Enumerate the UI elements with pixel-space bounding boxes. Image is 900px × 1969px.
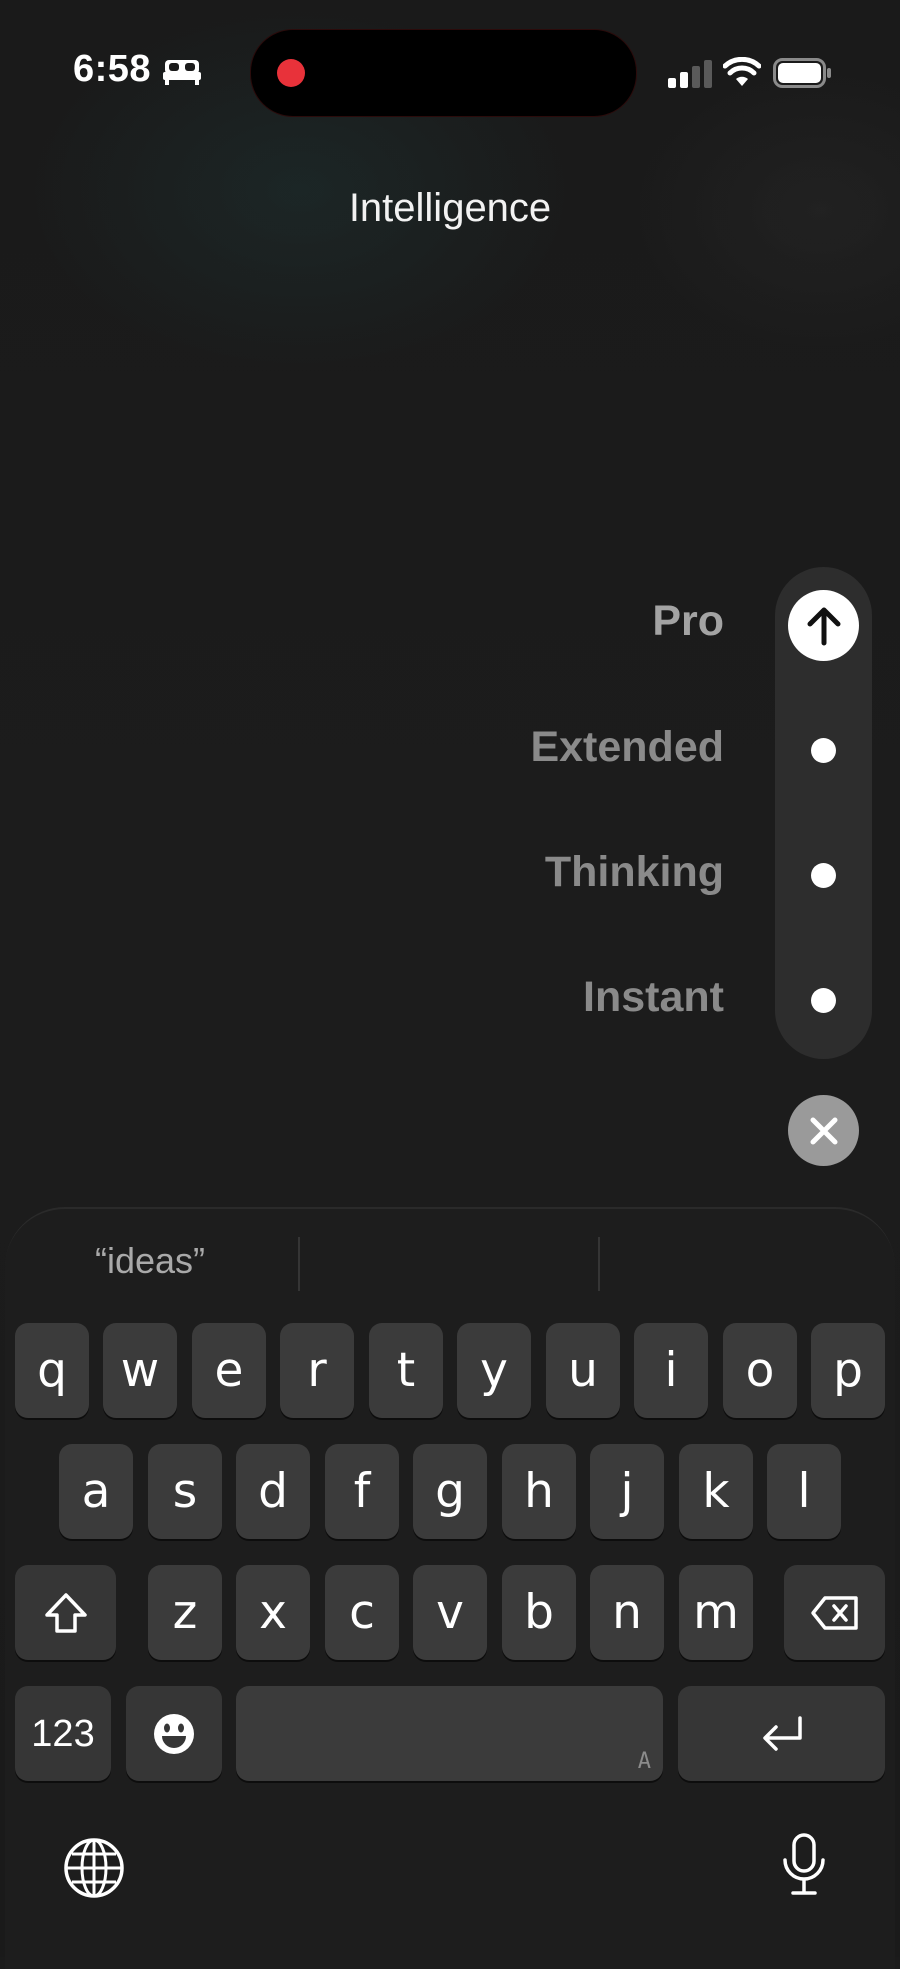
key-k[interactable]: k <box>679 1444 753 1539</box>
recording-indicator <box>277 59 305 87</box>
key-label: b <box>524 1585 554 1640</box>
suggestion-divider <box>598 1237 600 1291</box>
key-v[interactable]: v <box>413 1565 487 1660</box>
shift-icon <box>44 1592 87 1633</box>
key-s[interactable]: s <box>148 1444 222 1539</box>
key-p[interactable]: p <box>811 1323 885 1418</box>
key-label: l <box>797 1464 811 1519</box>
key-label: c <box>349 1585 375 1640</box>
key-label: u <box>568 1343 598 1398</box>
mode-dot-thinking[interactable] <box>811 863 836 888</box>
key-label: x <box>259 1585 287 1640</box>
mode-option-thinking[interactable]: Thinking <box>545 848 724 897</box>
dynamic-island <box>250 29 637 117</box>
space-marker: A <box>637 1749 651 1774</box>
return-key[interactable] <box>678 1686 885 1781</box>
key-q[interactable]: q <box>15 1323 89 1418</box>
key-label: g <box>435 1464 465 1519</box>
close-icon <box>810 1117 837 1144</box>
microphone-icon[interactable] <box>778 1832 830 1898</box>
key-u[interactable]: u <box>546 1323 620 1418</box>
key-label: k <box>702 1464 730 1519</box>
key-j[interactable]: j <box>590 1444 664 1539</box>
key-g[interactable]: g <box>413 1444 487 1539</box>
delete-key[interactable] <box>784 1565 885 1660</box>
key-label: q <box>37 1343 67 1398</box>
status-time: 6:58 <box>73 48 152 90</box>
key-t[interactable]: t <box>369 1323 443 1418</box>
numbers-key[interactable]: 123 <box>15 1686 111 1781</box>
key-b[interactable]: b <box>502 1565 576 1660</box>
key-label: r <box>307 1343 327 1398</box>
mode-dot-extended[interactable] <box>811 738 836 763</box>
delete-icon <box>810 1595 858 1630</box>
emoji-icon <box>154 1713 194 1754</box>
wifi-icon <box>723 57 761 86</box>
key-label: d <box>258 1464 288 1519</box>
shift-key[interactable] <box>15 1565 116 1660</box>
signal-icon <box>668 60 712 88</box>
key-label: t <box>396 1343 416 1398</box>
key-a[interactable]: a <box>59 1444 133 1539</box>
page-title: Intelligence <box>348 186 552 230</box>
key-m[interactable]: m <box>679 1565 753 1660</box>
mode-option-pro[interactable]: Pro <box>652 597 724 646</box>
key-i[interactable]: i <box>634 1323 708 1418</box>
bed-icon <box>163 60 201 85</box>
key-label: e <box>214 1343 244 1398</box>
key-label: a <box>81 1464 111 1519</box>
screen: 6:58 Intelligence Pro Extended Thinking … <box>0 0 900 1969</box>
mode-option-instant[interactable]: Instant <box>583 973 724 1022</box>
key-label: o <box>745 1343 775 1398</box>
key-label: y <box>480 1343 508 1398</box>
key-label: h <box>524 1464 554 1519</box>
key-e[interactable]: e <box>192 1323 266 1418</box>
key-label: p <box>833 1343 863 1398</box>
key-r[interactable]: r <box>280 1323 354 1418</box>
suggestion-divider <box>298 1237 300 1291</box>
battery-icon <box>773 58 831 88</box>
key-x[interactable]: x <box>236 1565 310 1660</box>
space-bar[interactable]: A <box>236 1686 663 1781</box>
key-d[interactable]: d <box>236 1444 310 1539</box>
arrow-up-icon <box>807 607 840 645</box>
key-label: i <box>664 1343 678 1398</box>
key-c[interactable]: c <box>325 1565 399 1660</box>
key-y[interactable]: y <box>457 1323 531 1418</box>
key-h[interactable]: h <box>502 1444 576 1539</box>
emoji-key[interactable] <box>126 1686 222 1781</box>
numbers-key-label: 123 <box>31 1712 95 1755</box>
key-label: w <box>120 1343 160 1398</box>
mode-dot-instant[interactable] <box>811 988 836 1013</box>
key-n[interactable]: n <box>590 1565 664 1660</box>
key-l[interactable]: l <box>767 1444 841 1539</box>
close-button[interactable] <box>788 1095 859 1166</box>
globe-icon[interactable] <box>63 1837 125 1899</box>
send-button[interactable] <box>788 590 859 661</box>
suggestion-1[interactable]: “ideas” <box>40 1240 260 1282</box>
key-label: f <box>353 1464 371 1519</box>
key-label: n <box>612 1585 642 1640</box>
key-label: s <box>172 1464 198 1519</box>
key-w[interactable]: w <box>103 1323 177 1418</box>
key-label: v <box>436 1585 464 1640</box>
key-label: j <box>620 1464 634 1519</box>
key-o[interactable]: o <box>723 1323 797 1418</box>
key-f[interactable]: f <box>325 1444 399 1539</box>
return-icon <box>762 1715 802 1751</box>
key-label: z <box>172 1585 198 1640</box>
key-z[interactable]: z <box>148 1565 222 1660</box>
key-label: m <box>693 1585 739 1640</box>
mode-option-extended[interactable]: Extended <box>530 723 724 772</box>
